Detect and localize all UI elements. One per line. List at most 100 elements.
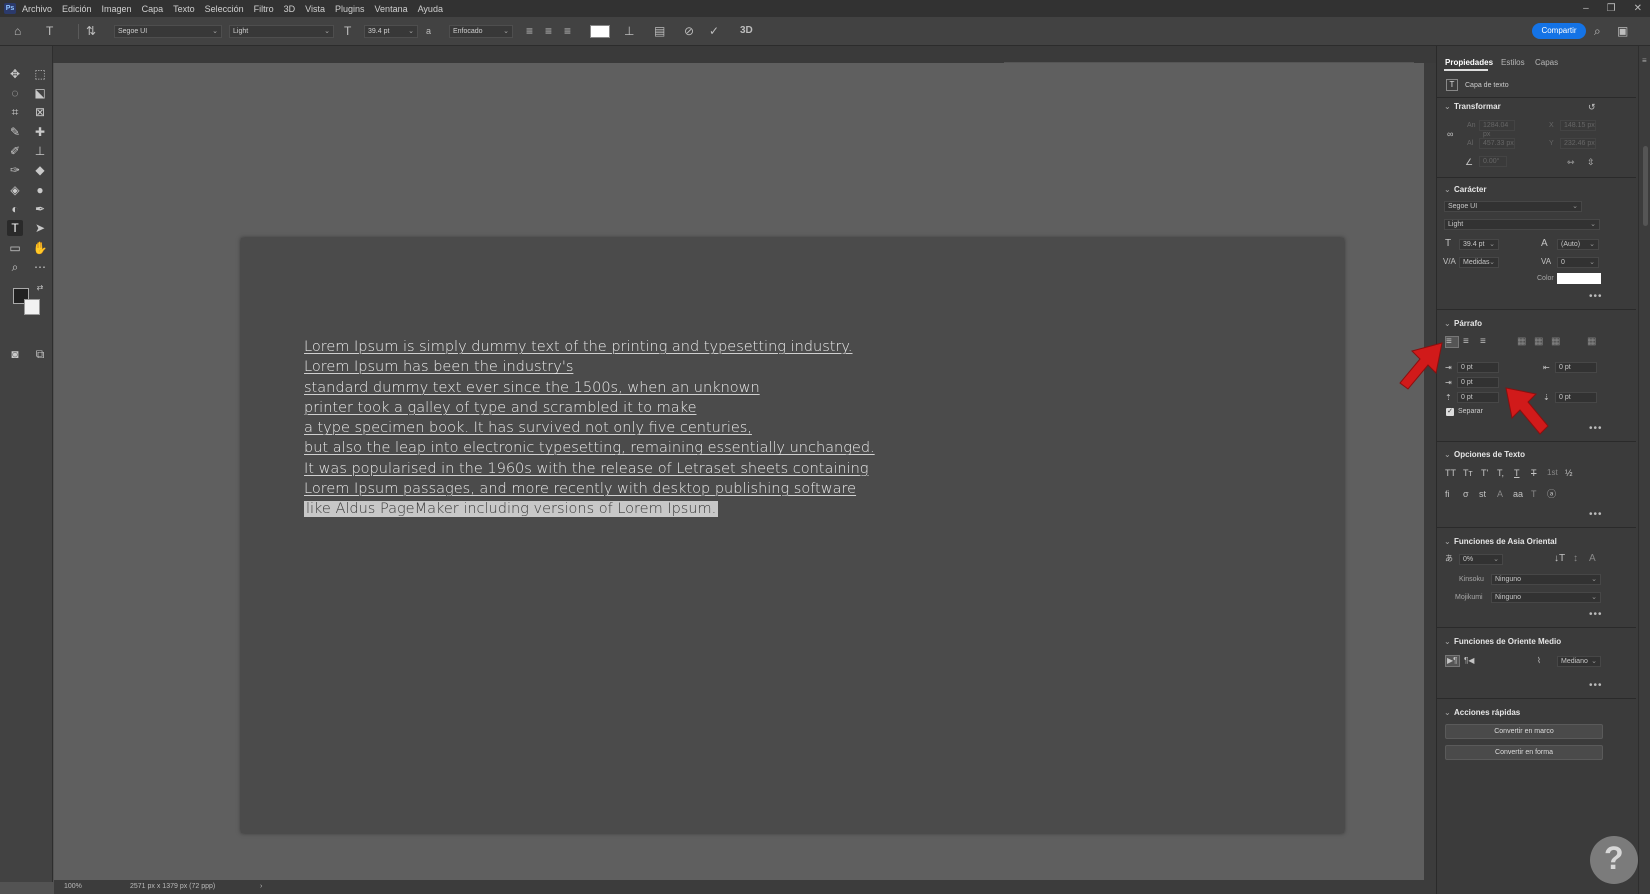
all-caps-icon[interactable]: TT [1445,467,1456,479]
quick-actions-section-header[interactable]: ⌄ Acciones rápidas [1444,708,1520,717]
path-select-tool-icon[interactable]: ➤ [32,220,48,236]
gradient-tool-icon[interactable]: ◈ [7,182,23,198]
panel-color-swatch[interactable] [1557,273,1601,284]
more-options-icon[interactable]: ••• [1589,423,1603,434]
screen-mode-icon[interactable]: ⧉ [32,346,48,362]
strikethrough-icon[interactable]: T [1531,467,1537,479]
brush-tool-icon[interactable]: ✐ [7,143,23,159]
alternate-ligatures-icon[interactable]: σ [1463,488,1469,500]
small-caps-icon[interactable]: Tт [1463,467,1473,479]
menu-ventana[interactable]: Ventana [375,4,408,14]
frame-tool-icon[interactable]: ⊠ [32,104,48,120]
ordinals-icon[interactable]: 1st [1547,467,1558,479]
font-family-select[interactable]: Segoe UI ⌄ [114,25,222,38]
fractions-icon[interactable]: ½ [1565,467,1573,479]
transform-section-header[interactable]: ⌄ Transformar [1444,102,1501,111]
search-icon[interactable]: ⌕ [1594,24,1601,38]
rectangle-tool-icon[interactable]: ▭ [7,240,23,256]
more-options-icon[interactable]: ••• [1589,609,1603,620]
background-color-swatch[interactable] [24,299,40,315]
text-line[interactable]: It was popularised in the 1960s with the… [304,461,869,477]
para-align-right-icon[interactable]: ≡ [1480,336,1486,348]
panel-font-style-select[interactable]: Light ⌄ [1444,219,1600,230]
align-center-icon[interactable]: ≡ [545,24,552,38]
stamp-tool-icon[interactable]: ⊥ [32,143,48,159]
eraser-tool-icon[interactable]: ◆ [32,162,48,178]
menu-3d[interactable]: 3D [284,4,296,14]
ligatures-icon[interactable]: fi [1445,488,1450,500]
indent-first-line-field[interactable]: 0 pt [1457,377,1499,388]
warp-text-icon[interactable]: ⊥ [624,24,634,38]
canvas-workspace[interactable]: Lorem Ipsum is simply dummy text of the … [54,63,1424,880]
zoom-level[interactable]: 100% [64,880,82,894]
blur-tool-icon[interactable]: ● [32,182,48,198]
cancel-icon[interactable]: ⊘ [684,24,694,38]
text-line[interactable]: printer took a galley of type and scramb… [304,400,696,416]
share-button[interactable]: Compartir [1532,23,1586,39]
convert-to-shape-button[interactable]: Convertir en forma [1445,745,1603,760]
vertical-scrollbar[interactable] [1424,63,1436,880]
menu-texto[interactable]: Texto [173,4,195,14]
text-line[interactable]: standard dummy text ever since the 1500s… [304,380,760,396]
align-left-icon[interactable]: ≡ [526,24,533,38]
text-line[interactable]: a type specimen book. It has survived no… [304,420,752,436]
angle-field[interactable]: 0.00° [1479,156,1507,167]
space-before-field[interactable]: 0 pt [1457,392,1499,403]
text-options-section-header[interactable]: ⌄ Opciones de Texto [1444,450,1525,459]
titling-alternates-icon[interactable]: T [1531,488,1537,500]
home-icon[interactable]: ⌂ [14,24,21,38]
menu-ayuda[interactable]: Ayuda [418,4,443,14]
more-options-icon[interactable]: ••• [1589,680,1603,691]
justify-last-right-icon[interactable]: ▦ [1551,336,1560,348]
menu-filtro[interactable]: Filtro [254,4,274,14]
commit-icon[interactable]: ✓ [709,24,719,38]
old-style-icon[interactable]: st [1479,488,1486,500]
history-brush-icon[interactable]: ✑ [7,162,23,178]
hyphenate-checkbox[interactable]: ✓ [1446,408,1454,416]
tracking-field[interactable]: 0 ⌄ [1557,257,1599,268]
character-panel-icon[interactable]: ▤ [654,24,665,38]
swap-colors-icon[interactable]: ⇄ [32,280,48,296]
contextual-alternates-icon[interactable]: ⓐ [1547,488,1556,500]
panel-scrollbar[interactable]: ≡ [1638,46,1650,894]
flip-horizontal-icon[interactable]: ⇿ [1567,156,1575,168]
healing-brush-icon[interactable]: ✚ [32,124,48,140]
menu-plugins[interactable]: Plugins [335,4,365,14]
vertical-text-icon[interactable]: ↓T [1554,553,1565,565]
reset-transform-icon[interactable]: ↺ [1588,101,1596,113]
mojikumi-select[interactable]: Ninguno ⌄ [1491,592,1601,603]
panel-menu-icon[interactable]: ≡ [1642,56,1647,65]
indent-left-field[interactable]: 0 pt [1457,362,1499,373]
flip-vertical-icon[interactable]: ⇳ [1587,156,1595,168]
y-field[interactable]: 232.46 px [1560,138,1596,149]
superscript-icon[interactable]: T' [1481,467,1488,479]
lasso-tool-icon[interactable]: ◌ [7,85,23,101]
subscript-icon[interactable]: T, [1497,467,1504,479]
text-line[interactable]: Lorem Ipsum is simply dummy text of the … [304,339,853,355]
type-tool-preset-icon[interactable]: T [46,24,53,38]
convert-to-frame-button[interactable]: Convertir en marco [1445,724,1603,739]
panel-scroll-thumb[interactable] [1643,146,1648,226]
text-line[interactable]: Lorem Ipsum has been the industry's [304,359,573,375]
tab-propiedades[interactable]: Propiedades [1445,58,1493,67]
justify-last-left-icon[interactable]: ▦ [1517,336,1526,348]
zoom-tool-icon[interactable]: ⌕ [7,259,23,275]
quick-mask-icon[interactable]: ◙ [7,346,23,362]
middle-east-section-header[interactable]: ⌄ Funciones de Oriente Medio [1444,637,1561,646]
paragraph-section-header[interactable]: ⌄ Párrafo [1444,319,1482,328]
more-options-icon[interactable]: ••• [1589,291,1603,302]
space-after-field[interactable]: 0 pt [1555,392,1597,403]
text-color-swatch[interactable] [590,25,610,38]
object-select-tool-icon[interactable]: ⬕ [32,85,48,101]
justify-all-icon[interactable]: ▦ [1587,336,1596,348]
tsume-field[interactable]: 0% ⌄ [1459,554,1503,565]
more-tools-icon[interactable]: ⋯ [32,259,48,275]
pen-tool-icon[interactable]: ✒ [32,201,48,217]
minimize-icon[interactable]: – [1583,3,1589,14]
eyedropper-tool-icon[interactable]: ✎ [7,124,23,140]
menu-vista[interactable]: Vista [305,4,325,14]
workspace-icon[interactable]: ▣ [1617,24,1628,38]
leading-field[interactable]: (Auto) ⌄ [1557,239,1599,250]
east-asian-section-header[interactable]: ⌄ Funciones de Asia Oriental [1444,537,1557,546]
indent-right-field[interactable]: 0 pt [1555,362,1597,373]
